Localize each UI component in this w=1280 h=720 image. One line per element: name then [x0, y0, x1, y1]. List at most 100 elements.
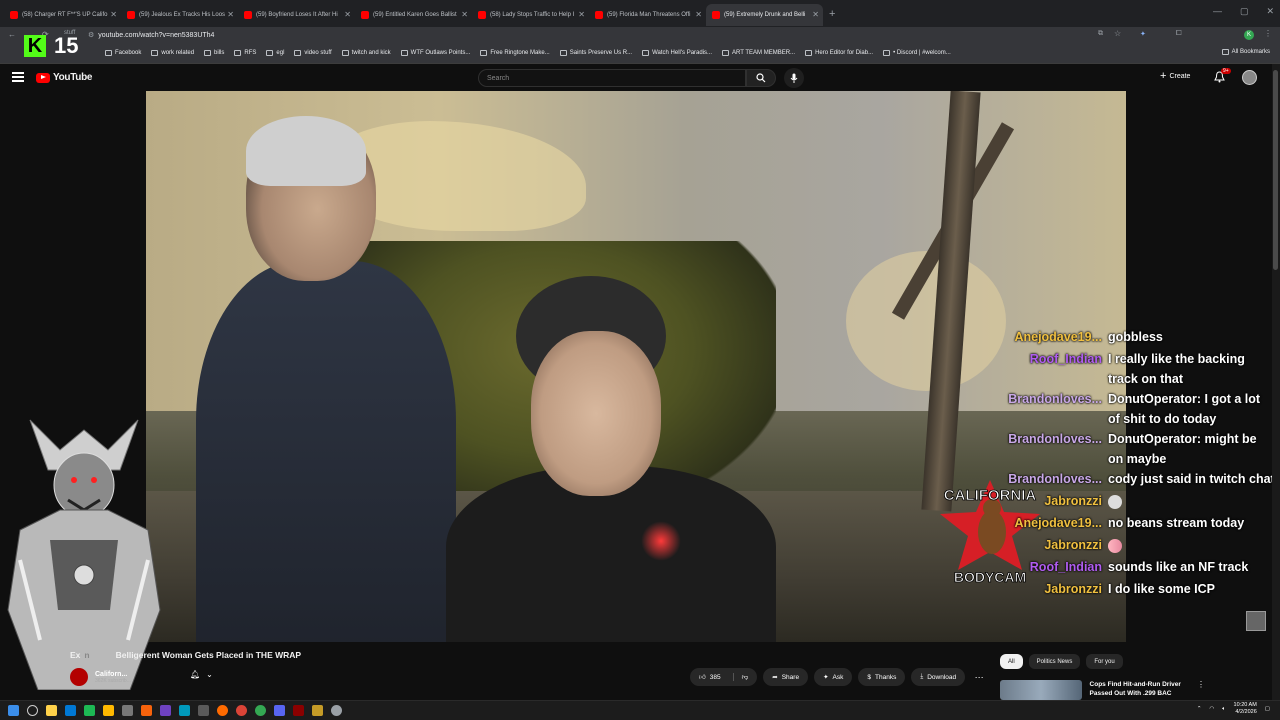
thanks-button[interactable]: $ Thanks	[858, 668, 906, 686]
chat-username[interactable]: Brandonloves...	[1000, 469, 1108, 489]
chip-for-you[interactable]: For you	[1086, 654, 1123, 669]
close-tab-icon[interactable]: ✕	[812, 10, 819, 19]
install-icon[interactable]: ⧉	[1098, 30, 1103, 38]
chat-username[interactable]: Brandonloves...	[1000, 389, 1108, 409]
more-actions-icon[interactable]: ⋯	[971, 669, 987, 685]
chat-username[interactable]: Brandonloves...	[1000, 429, 1108, 449]
close-tab-icon[interactable]: ✕	[578, 10, 585, 19]
app-teal-icon[interactable]	[179, 705, 190, 716]
close-tab-icon[interactable]: ✕	[344, 10, 351, 19]
chat-username[interactable]: Jabronzzi	[1000, 579, 1108, 599]
app-gray-icon[interactable]	[122, 705, 133, 716]
firefox-icon[interactable]	[217, 705, 228, 716]
bookmark-item[interactable]: ART TEAM MEMBER...	[722, 50, 795, 56]
channel-avatar[interactable]	[70, 668, 88, 686]
bookmark-item[interactable]: work related	[151, 50, 194, 56]
browser-tab[interactable]: (59) Extremely Drunk and Belli ✕	[706, 4, 823, 26]
settings-icon[interactable]	[331, 705, 342, 716]
chip-all[interactable]: All	[1000, 654, 1023, 669]
browser-tab[interactable]: (59) Florida Man Threatens Offi ✕	[589, 4, 706, 26]
close-tab-icon[interactable]: ✕	[227, 10, 234, 19]
discord-icon[interactable]	[274, 705, 285, 716]
mail-icon[interactable]	[65, 705, 76, 716]
download-button[interactable]: ⤓ Download	[911, 668, 966, 686]
back-icon[interactable]: ←	[8, 30, 16, 39]
notification-center-icon[interactable]: ▢	[1265, 706, 1270, 712]
bookmark-item[interactable]: egl	[266, 50, 284, 56]
bookmark-item[interactable]: Saints Preserve Us R...	[559, 50, 632, 56]
voice-search-button[interactable]	[784, 68, 804, 88]
thumbs-down-icon[interactable]: 👎︎	[732, 673, 748, 681]
notifications-button[interactable]: 9+	[1214, 68, 1231, 84]
search-input[interactable]: Search	[478, 69, 746, 87]
recommendation-item[interactable]: Cops Find Hit-and-Run Driver Passed Out …	[1000, 680, 1205, 700]
app-gold-icon[interactable]	[312, 705, 323, 716]
app-round-green-icon[interactable]	[255, 705, 266, 716]
chrome-icon[interactable]	[236, 705, 247, 716]
close-window-icon[interactable]: ✕	[1266, 6, 1274, 17]
create-button[interactable]: + Create	[1160, 70, 1190, 82]
app-yellow-icon[interactable]	[103, 705, 114, 716]
bookmark-item[interactable]: Hero Editor for Diab...	[805, 50, 873, 56]
all-bookmarks[interactable]: All Bookmarks	[1221, 49, 1270, 55]
close-tab-icon[interactable]: ✕	[461, 10, 468, 19]
hamburger-menu-icon[interactable]	[12, 72, 24, 82]
start-icon[interactable]	[8, 705, 19, 716]
extension-icon[interactable]: ✦	[1140, 30, 1146, 38]
browser-tab[interactable]: (59) Entitled Karen Goes Ballist ✕	[355, 4, 472, 26]
chip-politics-news[interactable]: Politics News	[1028, 654, 1081, 669]
maximize-icon[interactable]: ▢	[1240, 6, 1249, 17]
chat-username[interactable]: Anejodave19...	[1000, 513, 1108, 533]
bookmark-item[interactable]: twitch and kick	[341, 50, 391, 56]
file-explorer-icon[interactable]	[46, 705, 57, 716]
bookmark-item[interactable]: RFS	[234, 50, 256, 56]
app-dark-icon[interactable]	[198, 705, 209, 716]
recommendation-more-icon[interactable]: ⋮	[1197, 680, 1205, 700]
recommendation-thumbnail[interactable]	[1000, 680, 1082, 700]
chat-username[interactable]: Jabronzzi	[1000, 491, 1108, 511]
scrollbar-thumb[interactable]	[1273, 70, 1278, 270]
volume-icon[interactable]: 🔈︎	[1222, 706, 1225, 713]
browser-tab[interactable]: (59) Boyfriend Loses It After Hi ✕	[238, 4, 355, 26]
browser-menu-icon[interactable]: ⋮	[1264, 29, 1272, 38]
new-tab-icon[interactable]: +	[829, 8, 835, 20]
page-scrollbar[interactable]	[1272, 64, 1280, 704]
channel-name[interactable]: Californ...	[95, 671, 131, 678]
browser-tab[interactable]: (59) Jealous Ex Tracks His Loos ✕	[121, 4, 238, 26]
browser-tab[interactable]: (58) Charger RT F**'S UP Califo ✕	[4, 4, 121, 26]
recommendation-title[interactable]: Cops Find Hit-and-Run Driver Passed Out …	[1090, 680, 1189, 700]
app-purple-icon[interactable]	[160, 705, 171, 716]
channel-info[interactable]: Californ... 362K subscrib...	[70, 666, 131, 688]
app-red-icon[interactable]	[293, 705, 304, 716]
bookmark-item[interactable]: Facebook	[105, 50, 141, 56]
ask-button[interactable]: ✦ Ask	[814, 668, 853, 686]
youtube-logo[interactable]: YouTube	[36, 72, 93, 83]
chat-username[interactable]: Roof_Indian	[1000, 557, 1108, 577]
close-tab-icon[interactable]: ✕	[110, 10, 117, 19]
bookmark-item[interactable]: video stuff	[294, 50, 332, 56]
chat-username[interactable]: Anejodave19...	[1000, 327, 1108, 347]
wifi-icon[interactable]: ◠	[1209, 706, 1214, 712]
tray-arrow-icon[interactable]: ⌃	[1197, 706, 1202, 712]
bookmark-item[interactable]: WTF Outlaws Points...	[400, 50, 470, 56]
minimize-icon[interactable]: —	[1213, 6, 1222, 17]
account-avatar[interactable]	[1242, 70, 1257, 85]
chat-username[interactable]: Roof_Indian	[1000, 349, 1108, 369]
extensions-puzzle-icon[interactable]: ⧠	[1176, 30, 1182, 38]
bookmark-item[interactable]: Free Ringtone Make...	[480, 50, 550, 56]
close-tab-icon[interactable]: ✕	[695, 10, 702, 19]
address-bar[interactable]: ⚙ youtube.com/watch?v=nen5383UTh4	[88, 29, 1088, 41]
bookmark-item[interactable]: bills	[204, 50, 224, 56]
app-orange-icon[interactable]	[141, 705, 152, 716]
app-green-icon[interactable]	[84, 705, 95, 716]
chat-username[interactable]: Jabronzzi	[1000, 535, 1108, 555]
bookmark-item[interactable]: • Discord | #welcom...	[883, 50, 951, 56]
bookmark-item[interactable]: Watch Hell's Paradis...	[642, 50, 712, 56]
bookmark-star-icon[interactable]: ☆	[1114, 29, 1121, 38]
taskbar-search-icon[interactable]	[27, 705, 38, 716]
profile-avatar[interactable]: K	[1244, 30, 1254, 40]
clock[interactable]: 10:20 AM 4/2/2026	[1234, 702, 1257, 716]
search-button[interactable]	[746, 69, 776, 87]
browser-tab[interactable]: (58) Lady Stops Traffic to Help I ✕	[472, 4, 589, 26]
subscription-bell-button[interactable]: 🔔︎ ⌄	[190, 670, 213, 679]
